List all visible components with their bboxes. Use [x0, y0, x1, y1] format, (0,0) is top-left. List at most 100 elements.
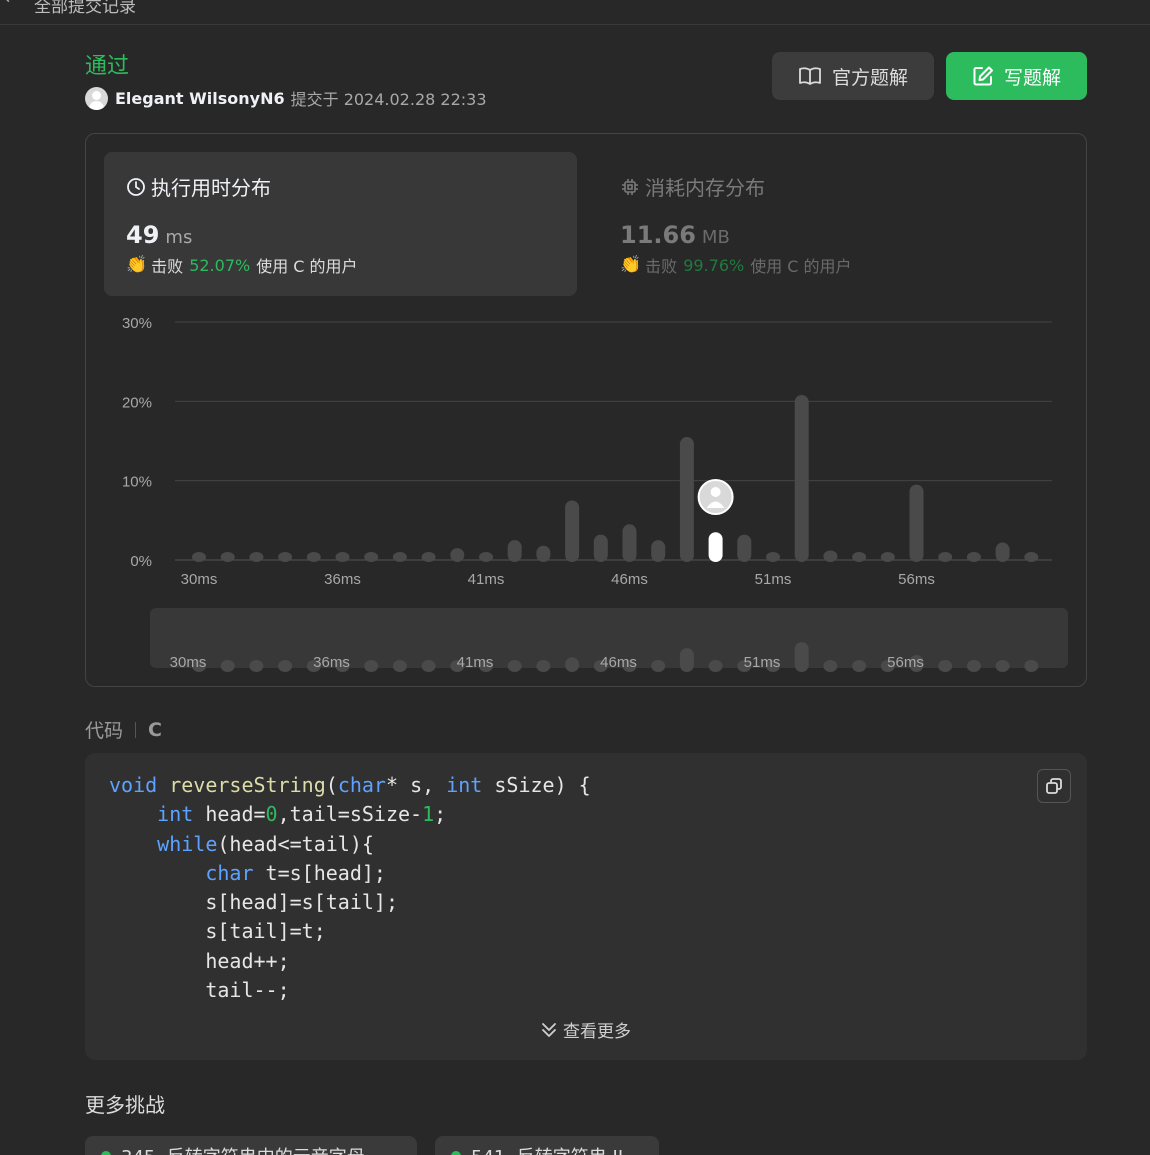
chart-bar — [278, 552, 293, 562]
overview-bar — [852, 660, 867, 672]
runtime-beat-suffix: 使用 C 的用户 — [256, 257, 358, 276]
overview-bar — [249, 660, 264, 672]
view-more-label: 查看更多 — [563, 1022, 631, 1042]
memory-value: 11.66 — [620, 221, 696, 249]
view-more-button[interactable]: 查看更多 — [85, 1017, 1087, 1042]
runtime-unit: ms — [165, 227, 193, 248]
code-content: void reverseString(char* s, int sSize) {… — [109, 773, 591, 1003]
chart-bar — [335, 552, 350, 562]
runtime-beat-label: 击败 — [151, 257, 184, 276]
double-chevron-down-icon — [542, 1022, 556, 1037]
overview-tick-label: 30ms — [170, 654, 207, 671]
chart-bar — [995, 542, 1010, 562]
x-tick-label: 36ms — [324, 571, 361, 588]
challenge-item[interactable]: 541. 反转字符串 II — [435, 1136, 659, 1155]
copy-code-button[interactable] — [1037, 769, 1071, 803]
chip-icon — [622, 178, 638, 195]
y-tick-label: 20% — [122, 394, 152, 411]
memory-title: 消耗内存分布 — [645, 176, 765, 200]
code-header: 代码 C — [85, 716, 162, 743]
chart-bar — [479, 552, 493, 562]
chart-bar — [938, 552, 953, 562]
chart-bar — [306, 552, 321, 562]
chart-bar — [823, 550, 838, 562]
memory-beat-suffix: 使用 C 的用户 — [750, 257, 852, 276]
chart-bar — [507, 540, 522, 562]
overview-bar — [565, 657, 580, 672]
chart-bar — [364, 552, 379, 562]
overview-bar — [966, 660, 981, 672]
chart-bar — [421, 552, 436, 562]
runtime-card[interactable]: 执行用时分布 49 ms 👏 击败 52.07% 使用 C 的用户 — [104, 152, 577, 296]
user-marker-head — [710, 487, 721, 497]
book-icon — [799, 67, 821, 85]
runtime-value: 49 — [126, 221, 160, 249]
clock-icon — [127, 177, 145, 196]
username[interactable]: Elegant WilsonyN6 — [115, 89, 285, 108]
code-label: 代码 — [85, 720, 124, 742]
overview-bar — [995, 660, 1010, 672]
write-solution-button[interactable]: 写题解 — [946, 52, 1087, 100]
chart-bar — [679, 437, 694, 562]
clap-icon: 👏 — [620, 255, 642, 275]
chart-bar — [909, 484, 924, 562]
chart-bar — [220, 552, 235, 562]
challenge-item-label: 541. 反转字符串 II — [471, 1143, 623, 1155]
chart-bar — [966, 552, 981, 562]
runtime-beat-pct: 52.07% — [189, 255, 251, 275]
chart-bar — [450, 548, 465, 562]
code-language: C — [148, 718, 162, 741]
official-solution-button[interactable]: 官方题解 — [772, 52, 934, 100]
chart-bar — [852, 552, 867, 562]
overview-tick-label: 36ms — [313, 654, 350, 671]
chart-bar — [536, 545, 551, 562]
x-tick-label: 41ms — [468, 571, 505, 588]
chart-bar — [1024, 552, 1039, 562]
chart-bar — [249, 552, 264, 562]
overview-bar — [507, 660, 522, 672]
chart-bar — [708, 532, 723, 562]
overview-bar — [679, 648, 694, 672]
edit-icon — [973, 66, 993, 86]
x-tick-label: 46ms — [611, 571, 648, 588]
x-tick-label: 30ms — [181, 571, 218, 588]
difficulty-dot — [451, 1151, 461, 1155]
chart-bar — [622, 524, 637, 562]
overview-tick-label: 56ms — [887, 654, 924, 671]
copy-icon — [1046, 778, 1062, 794]
chart-bar — [651, 540, 666, 562]
clap-icon: 👏 — [126, 255, 148, 275]
overview-tick-label: 41ms — [457, 654, 494, 671]
overview-bar — [1024, 660, 1039, 672]
more-challenges-title: 更多挑战 — [85, 1093, 165, 1117]
chart-bar — [593, 534, 608, 562]
submitted-time: 提交于 2024.02.28 22:33 — [290, 90, 487, 109]
overview-bar — [794, 642, 809, 672]
avatar[interactable] — [85, 86, 108, 110]
write-solution-label: 写题解 — [1003, 66, 1061, 89]
memory-card[interactable]: 消耗内存分布 11.66 MB 👏 击败 99.76% 使用 C 的用户 — [598, 152, 1071, 296]
overview-bar — [938, 660, 953, 672]
overview-bar — [651, 660, 666, 672]
overview-bar — [392, 660, 407, 672]
official-solution-label: 官方题解 — [831, 66, 908, 89]
challenge-item[interactable]: 345. 反转字符串中的元音字母 — [85, 1136, 417, 1155]
y-tick-label: 0% — [130, 553, 152, 570]
chart-bar — [192, 552, 206, 562]
y-tick-label: 10% — [122, 474, 152, 491]
chart-bar — [392, 552, 407, 562]
chart-bar — [737, 534, 752, 562]
runtime-distribution-chart[interactable]: 0% 10% 20% 30% 30ms 36ms 41ms 46ms 51ms 56ms 30ms 3… — [86, 304, 1086, 684]
x-tick-label: 51ms — [755, 571, 792, 588]
code-block[interactable]: void reverseString(char* s, int sSize) {… — [85, 753, 1087, 1060]
memory-beat-pct: 99.76% — [683, 255, 745, 275]
overview-bar — [708, 660, 723, 672]
x-tick-label: 56ms — [898, 571, 935, 588]
overview-bar — [536, 660, 551, 672]
back-arrow-icon[interactable]: ← — [4, 0, 19, 9]
chart-bar — [794, 394, 809, 562]
back-link[interactable]: 全部提交记录 — [34, 0, 136, 17]
chart-bar — [565, 500, 580, 562]
chart-bar — [880, 552, 895, 562]
memory-unit: MB — [701, 227, 730, 248]
